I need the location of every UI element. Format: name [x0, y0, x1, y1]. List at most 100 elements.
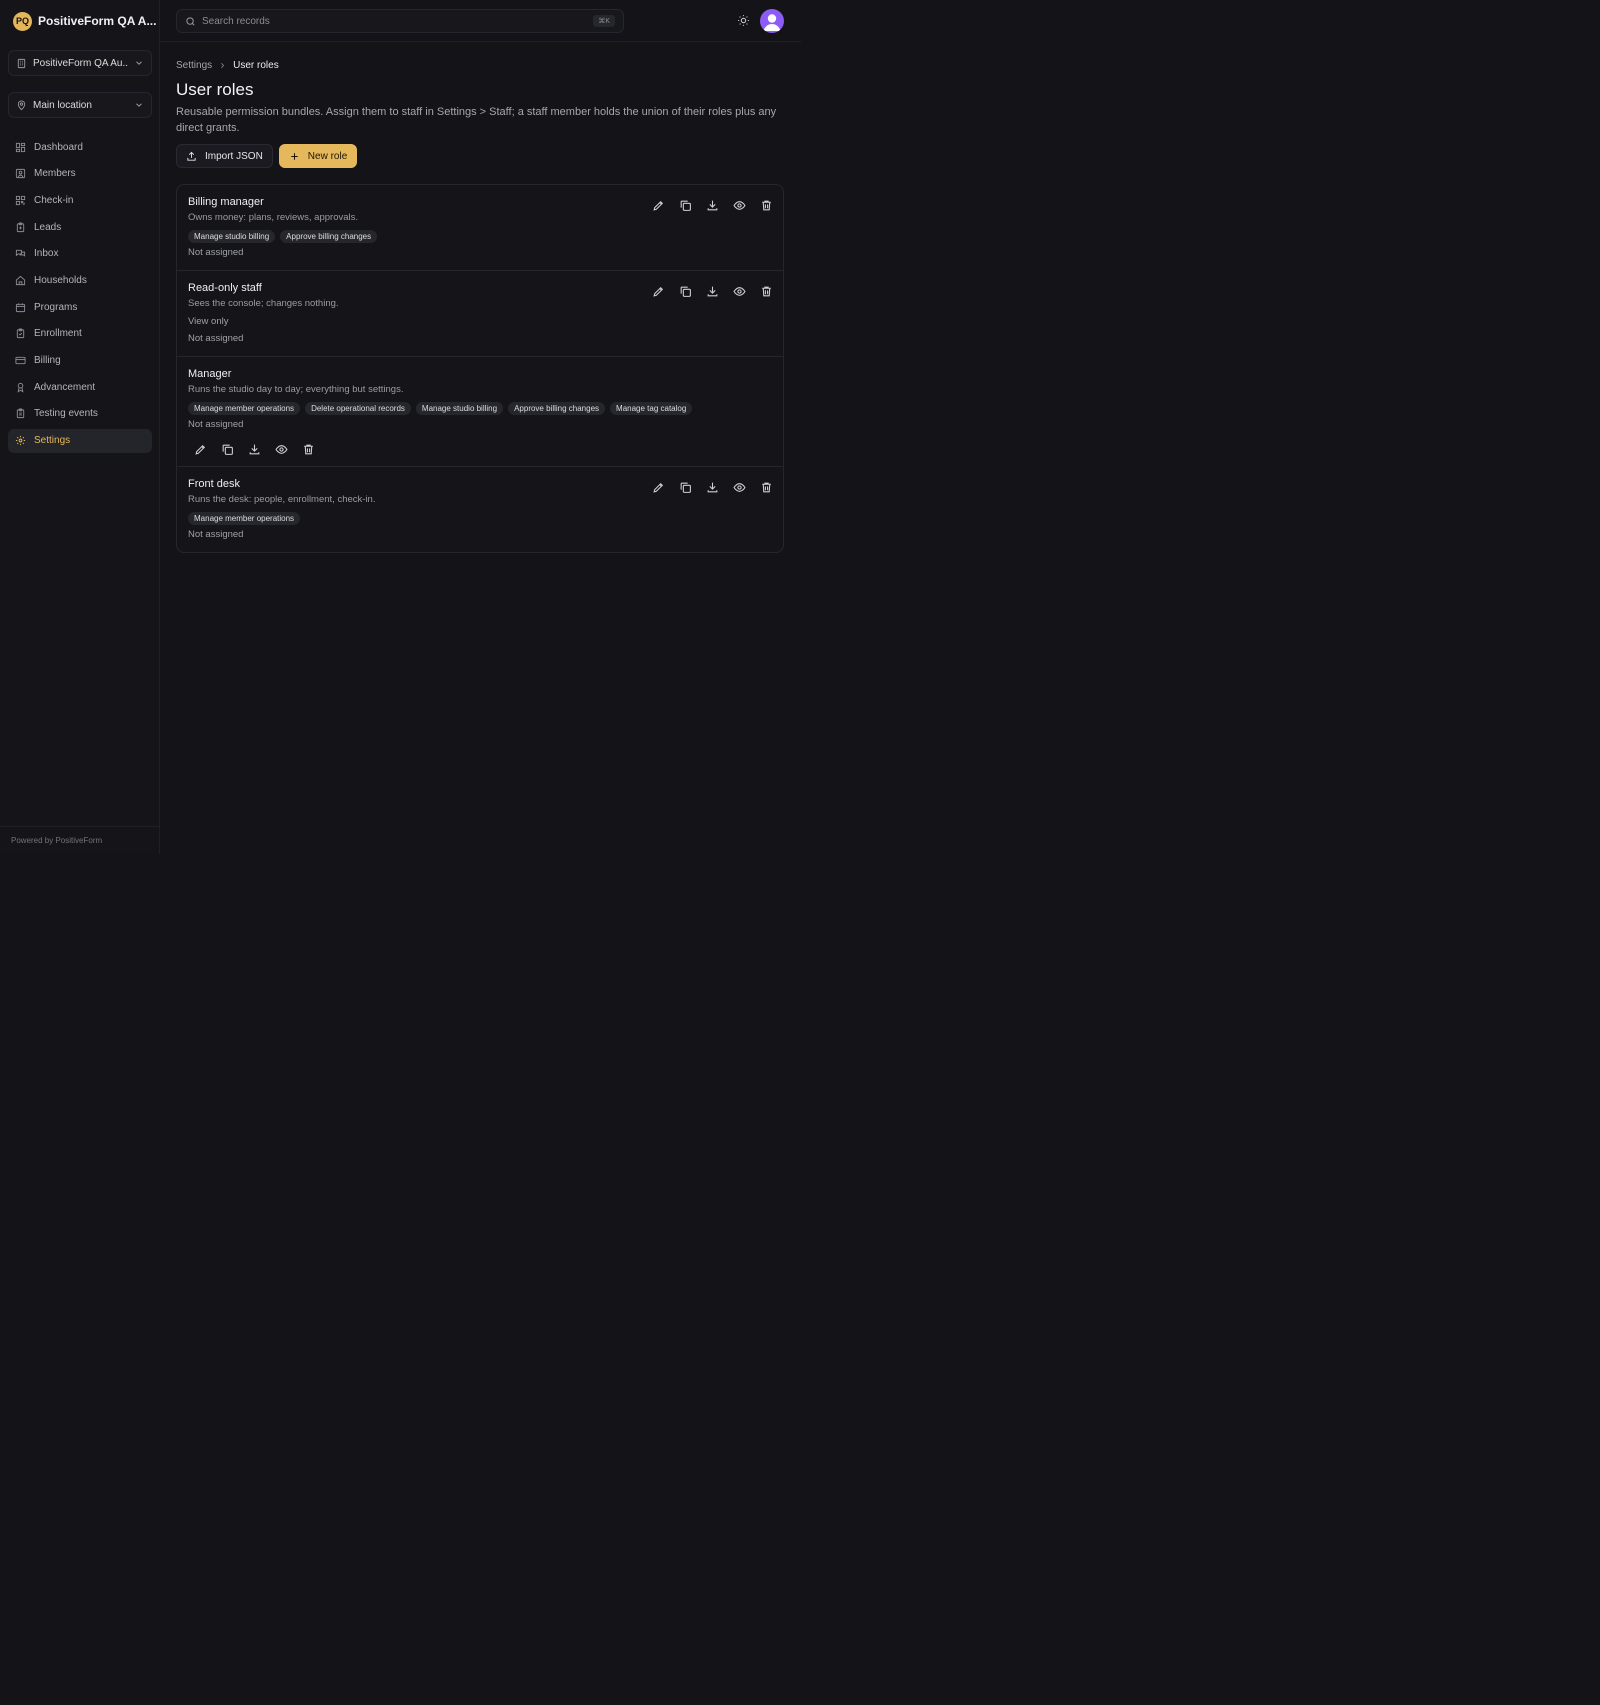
- role-assignment: Not assigned: [188, 419, 244, 430]
- sidebar-item-label: Enrollment: [34, 328, 82, 340]
- sidebar-item-enrollment[interactable]: Enrollment: [8, 322, 152, 346]
- permission-chip: Delete operational records: [305, 402, 411, 415]
- trash-icon[interactable]: [760, 199, 773, 212]
- sidebar-item-advancement[interactable]: Advancement: [8, 375, 152, 399]
- qr-icon: [15, 195, 26, 206]
- search-shortcut: ⌘K: [593, 15, 615, 27]
- powered-by: Powered by PositiveForm: [0, 826, 160, 854]
- credit-card-icon: [15, 355, 26, 366]
- sidebar-item-label: Leads: [34, 221, 62, 233]
- dashboard-icon: [15, 142, 26, 153]
- clipboard-list-icon: [15, 408, 26, 419]
- clipboard-icon: [15, 222, 26, 233]
- chevron-down-icon: [134, 100, 144, 110]
- home-icon: [15, 275, 26, 286]
- sidebar-item-inbox[interactable]: Inbox: [8, 242, 152, 266]
- trash-icon[interactable]: [302, 443, 315, 456]
- location-selector-label: Main location: [33, 99, 92, 111]
- top-bar: Search records ⌘K: [160, 0, 801, 42]
- sidebar-item-label: Billing: [34, 355, 61, 366]
- chevron-right-icon: [218, 61, 227, 70]
- sidebar-item-check-in[interactable]: Check-in: [8, 188, 152, 212]
- permissions-view-only: View only: [188, 316, 229, 327]
- eye-icon[interactable]: [733, 285, 746, 298]
- sidebar-item-label: Inbox: [34, 248, 59, 260]
- page-actions: Import JSON New role: [176, 144, 784, 168]
- clipboard-check-icon: [15, 328, 26, 339]
- org-selector-label: PositiveForm QA Au...: [33, 57, 128, 69]
- sidebar-item-billing[interactable]: Billing: [8, 349, 152, 373]
- download-icon[interactable]: [706, 481, 719, 494]
- breadcrumb-current: User roles: [233, 59, 279, 71]
- brand[interactable]: PQ PositiveForm QA A...: [13, 11, 156, 31]
- new-role-label: New role: [307, 150, 348, 162]
- breadcrumb-settings[interactable]: Settings: [176, 60, 212, 71]
- sidebar-item-label: Check-in: [34, 194, 74, 206]
- sidebar-item-dashboard[interactable]: Dashboard: [8, 135, 152, 159]
- role-card-manager: Manager Runs the studio day to day; ever…: [177, 357, 783, 467]
- role-actions: [652, 285, 773, 298]
- search-bar[interactable]: Search records ⌘K: [176, 9, 624, 33]
- breadcrumb: Settings User roles: [176, 58, 784, 72]
- import-json-button[interactable]: Import JSON: [176, 144, 273, 168]
- import-json-label: Import JSON: [205, 150, 263, 162]
- role-card-front-desk: Front desk Runs the desk: people, enroll…: [177, 467, 783, 552]
- building-icon: [16, 58, 27, 69]
- role-card-billing-manager: Billing manager Owns money: plans, revie…: [177, 185, 783, 271]
- duplicate-icon[interactable]: [679, 285, 692, 298]
- download-icon[interactable]: [248, 443, 261, 456]
- trash-icon[interactable]: [760, 481, 773, 494]
- role-name: Manager: [188, 368, 232, 380]
- role-actions: [652, 199, 773, 212]
- permission-chip: Manage studio billing: [188, 230, 276, 243]
- role-description: Sees the console; changes nothing.: [188, 298, 339, 309]
- sidebar-item-label: Advancement: [34, 381, 96, 393]
- sidebar-item-label: Testing events: [34, 408, 98, 420]
- sidebar-item-testing-events[interactable]: Testing events: [8, 402, 152, 426]
- search-input[interactable]: Search records: [202, 16, 587, 27]
- role-description: Owns money: plans, reviews, approvals.: [188, 212, 359, 223]
- sidebar-item-households[interactable]: Households: [8, 268, 152, 292]
- permission-chip: Manage tag catalog: [610, 402, 693, 415]
- chevron-down-icon: [134, 58, 144, 68]
- search-icon: [185, 16, 196, 27]
- brand-logo: PQ: [13, 11, 32, 31]
- avatar[interactable]: [760, 9, 784, 33]
- permission-chip: Manage studio billing: [415, 402, 504, 415]
- sidebar-nav: Dashboard Members Check-in Leads Inbox H…: [8, 135, 152, 455]
- download-icon[interactable]: [706, 199, 719, 212]
- sidebar-item-settings[interactable]: Settings: [8, 428, 152, 453]
- sidebar-item-leads[interactable]: Leads: [8, 215, 152, 239]
- permission-chips: Manage member operations Delete operatio…: [188, 402, 772, 415]
- roles-list: Billing manager Owns money: plans, revie…: [176, 184, 784, 553]
- sun-icon[interactable]: [737, 14, 750, 27]
- chat-icon: [15, 248, 26, 259]
- duplicate-icon[interactable]: [221, 443, 234, 456]
- sidebar-item-label: Programs: [34, 301, 78, 313]
- role-description: Runs the studio day to day; everything b…: [188, 384, 404, 395]
- eye-icon[interactable]: [733, 199, 746, 212]
- role-assignment: Not assigned: [188, 529, 244, 540]
- role-card-read-only-staff: Read-only staff Sees the console; change…: [177, 271, 783, 357]
- duplicate-icon[interactable]: [679, 481, 692, 494]
- org-selector[interactable]: PositiveForm QA Au...: [8, 50, 152, 76]
- eye-icon[interactable]: [275, 443, 288, 456]
- eye-icon[interactable]: [733, 481, 746, 494]
- sidebar-item-label: Members: [34, 168, 76, 180]
- location-selector[interactable]: Main location: [8, 92, 152, 118]
- new-role-button[interactable]: New role: [278, 144, 358, 168]
- duplicate-icon[interactable]: [679, 199, 692, 212]
- edit-icon[interactable]: [652, 199, 665, 212]
- page-title: User roles: [176, 80, 254, 99]
- edit-icon[interactable]: [652, 285, 665, 298]
- page-description: Reusable permission bundles. Assign them…: [176, 106, 777, 134]
- trash-icon[interactable]: [760, 285, 773, 298]
- sidebar-item-members[interactable]: Members: [8, 162, 152, 186]
- sidebar-item-programs[interactable]: Programs: [8, 295, 152, 319]
- edit-icon[interactable]: [194, 443, 207, 456]
- brand-name: PositiveForm QA A...: [38, 14, 157, 28]
- members-icon: [15, 168, 26, 179]
- edit-icon[interactable]: [652, 481, 665, 494]
- download-icon[interactable]: [706, 285, 719, 298]
- role-description: Runs the desk: people, enrollment, check…: [188, 494, 376, 505]
